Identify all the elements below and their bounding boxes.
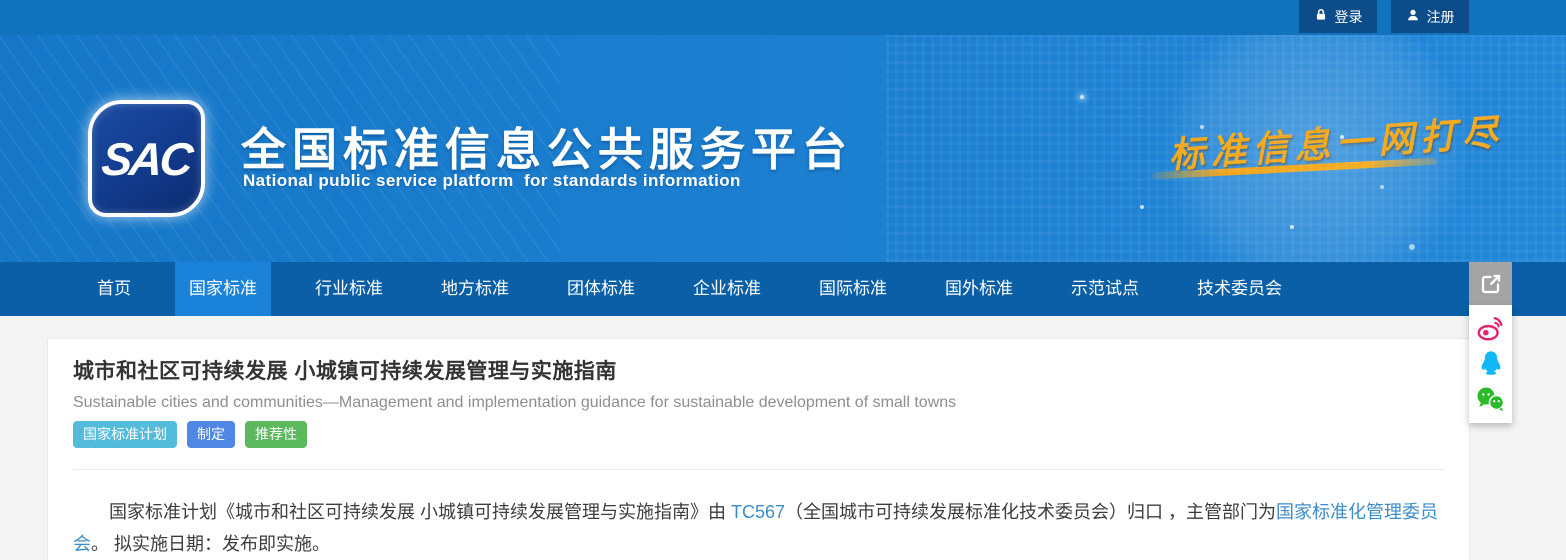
description-part2: （全国城市可持续发展标准化技术委员会）归口 ，主管部门为	[785, 502, 1276, 522]
register-label: 注册	[1427, 7, 1455, 27]
standard-description: 国家标准计划《城市和社区可持续发展 小城镇可持续发展管理与实施指南》由 TC56…	[73, 496, 1444, 560]
qq-icon[interactable]	[1475, 348, 1507, 380]
globe-graphic	[1150, 35, 1470, 262]
banner-slogan: 标准信息一网打尽	[1167, 103, 1506, 178]
sac-logo-text: SAC	[100, 132, 194, 186]
nav-list: 首页 国家标准 行业标准 地方标准 团体标准 企业标准 国际标准 国外标准 示范…	[0, 262, 1566, 316]
nav-item-industry-standards[interactable]: 行业标准	[301, 262, 397, 316]
nav-item-foreign-standards[interactable]: 国外标准	[931, 262, 1027, 316]
site-title: 全国标准信息公共服务平台	[241, 113, 853, 178]
tc567-link[interactable]: TC567	[731, 502, 785, 522]
nav-item-enterprise-standards[interactable]: 企业标准	[679, 262, 775, 316]
register-button[interactable]: 注册	[1391, 0, 1469, 33]
share-widget	[1469, 262, 1512, 423]
main-nav: 首页 国家标准 行业标准 地方标准 团体标准 企业标准 国际标准 国外标准 示范…	[0, 262, 1566, 316]
nav-item-home[interactable]: 首页	[83, 262, 145, 316]
site-banner: SAC 全国标准信息公共服务平台 National public service…	[0, 35, 1566, 262]
page: 登录 注册 SAC 全国标准信息公共服务平台 National public s…	[0, 0, 1566, 560]
nav-item-local-standards[interactable]: 地方标准	[427, 262, 523, 316]
login-button[interactable]: 登录	[1299, 0, 1377, 33]
nav-item-group-standards[interactable]: 团体标准	[553, 262, 649, 316]
site-subtitle-en: National public service platform for sta…	[243, 171, 741, 191]
description-part3: 。 拟实施日期：发布即实施。	[91, 534, 330, 554]
top-bar: 登录 注册	[0, 0, 1566, 35]
nav-item-international-standards[interactable]: 国际标准	[805, 262, 901, 316]
divider	[73, 469, 1444, 470]
user-icon	[1406, 8, 1420, 25]
nav-item-pilot-demo[interactable]: 示范试点	[1057, 262, 1153, 316]
tag-national-standard-plan: 国家标准计划	[73, 421, 177, 448]
share-panel	[1469, 305, 1512, 423]
standard-title: 城市和社区可持续发展 小城镇可持续发展管理与实施指南	[73, 355, 1444, 385]
sac-logo[interactable]: SAC	[88, 100, 205, 217]
wechat-icon[interactable]	[1475, 384, 1507, 416]
weibo-icon[interactable]	[1475, 312, 1507, 344]
nav-item-technical-committee[interactable]: 技术委员会	[1183, 262, 1296, 316]
sparkle-dots	[1080, 95, 1084, 99]
lock-icon	[1314, 8, 1328, 25]
standard-title-en: Sustainable cities and communities—Manag…	[73, 394, 1444, 412]
description-part1: 国家标准计划《城市和社区可持续发展 小城镇可持续发展管理与实施指南》由	[109, 502, 731, 522]
tag-row: 国家标准计划 制定 推荐性	[73, 421, 1444, 448]
login-label: 登录	[1335, 7, 1363, 27]
content-card: 城市和社区可持续发展 小城镇可持续发展管理与实施指南 Sustainable c…	[47, 338, 1470, 560]
slogan-underline	[1152, 158, 1437, 180]
tag-formulate: 制定	[187, 421, 235, 448]
share-icon[interactable]	[1469, 262, 1512, 305]
tag-recommended: 推荐性	[245, 421, 307, 448]
nav-item-national-standards[interactable]: 国家标准	[175, 262, 271, 316]
